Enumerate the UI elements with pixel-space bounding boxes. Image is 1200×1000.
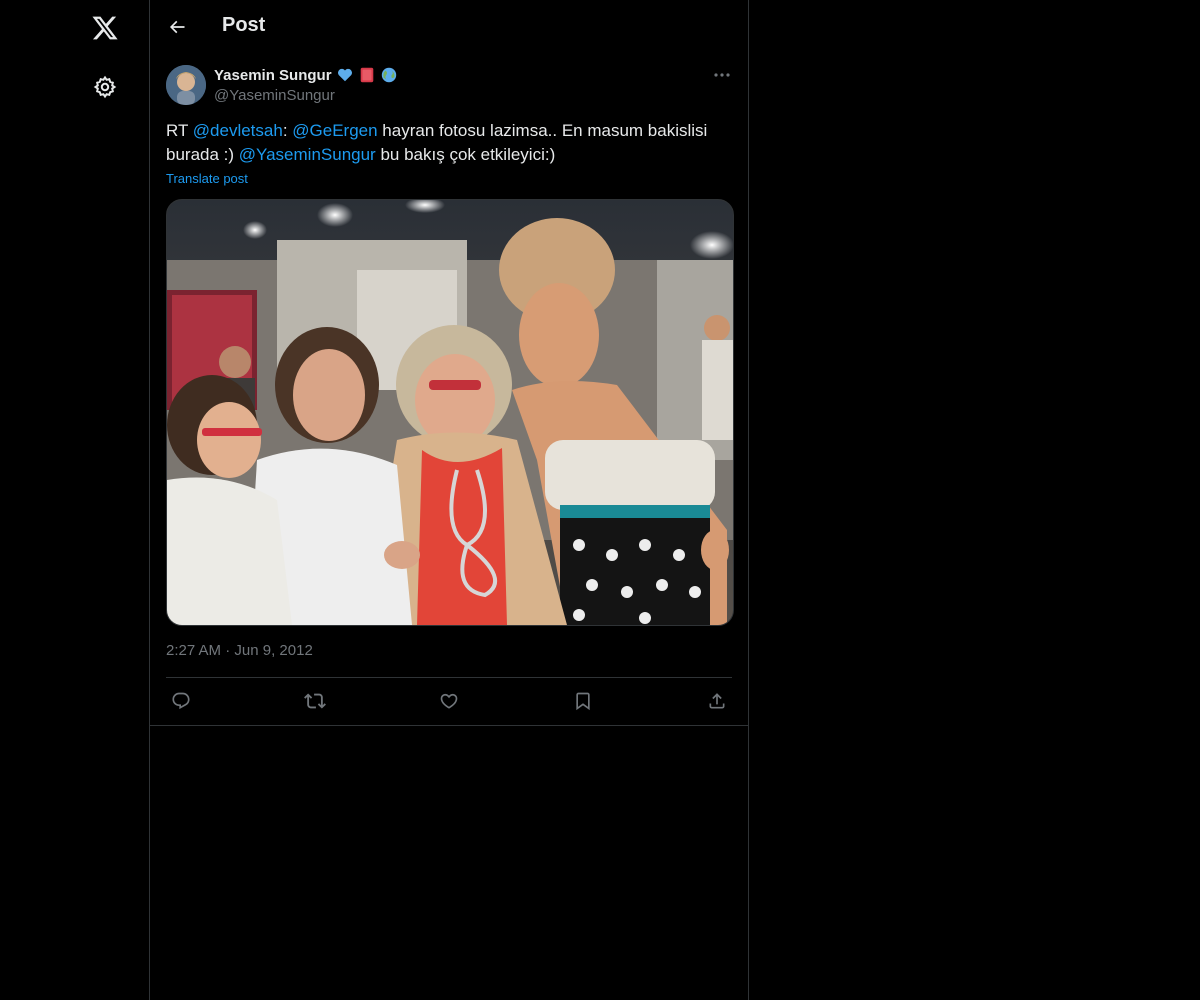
divider xyxy=(166,677,732,678)
like-button[interactable] xyxy=(433,685,465,717)
reply-icon xyxy=(172,692,190,710)
post-text: RT @devletsah: @GeErgen hayran fotosu la… xyxy=(166,119,732,167)
mention-geergen[interactable]: @GeErgen xyxy=(292,121,377,140)
page-header: Post xyxy=(150,0,748,53)
globe-emoji-icon xyxy=(381,67,396,83)
avatar[interactable] xyxy=(166,65,206,105)
left-nav xyxy=(0,0,150,1000)
translate-post-link[interactable]: Translate post xyxy=(166,171,248,186)
repost-icon xyxy=(304,693,326,709)
post-actions xyxy=(166,685,732,717)
repost-button[interactable] xyxy=(299,685,331,717)
post-time[interactable]: 2:27 AM xyxy=(166,642,221,659)
author-handle[interactable]: @YaseminSungur xyxy=(214,87,335,104)
more-horizontal-icon xyxy=(714,73,730,77)
page-title: Post xyxy=(222,14,266,36)
text-segment-1: : xyxy=(282,121,293,140)
post: Yasemin Sungur @YaseminSungur RT @devlet… xyxy=(150,53,748,726)
author-name[interactable]: Yasemin Sungur xyxy=(214,67,332,84)
main-column: Post Yasemin Sungur @YaseminSungur RT @d… xyxy=(150,0,749,1000)
text-prefix: RT xyxy=(166,121,193,140)
share-icon xyxy=(709,693,725,709)
mention-yaseminsungur[interactable]: @YaseminSungur xyxy=(239,145,376,164)
arrow-left-icon xyxy=(169,20,185,34)
reply-button[interactable] xyxy=(165,685,197,717)
app-root: Post Yasemin Sungur @YaseminSungur RT @d… xyxy=(0,0,1200,1000)
post-timestamp[interactable]: 2:27 AM · Jun 9, 2012 xyxy=(166,642,313,659)
red-book-emoji-icon xyxy=(360,67,373,83)
mention-devletsah[interactable]: @devletsah xyxy=(193,121,283,140)
timestamp-separator: · xyxy=(225,642,231,659)
bookmark-button[interactable] xyxy=(567,685,599,717)
blue-heart-emoji-icon xyxy=(337,68,352,82)
heart-icon xyxy=(440,693,458,709)
text-suffix: bu bakış çok etkileyici:) xyxy=(375,145,556,164)
back-button[interactable] xyxy=(160,10,194,44)
post-date[interactable]: Jun 9, 2012 xyxy=(234,642,312,659)
bookmark-icon xyxy=(576,692,590,711)
post-photo[interactable] xyxy=(166,199,734,626)
gear-icon[interactable] xyxy=(83,65,127,109)
share-button[interactable] xyxy=(701,685,733,717)
author-name-row[interactable]: Yasemin Sungur xyxy=(214,66,398,84)
x-logo-icon[interactable] xyxy=(83,6,127,50)
more-button[interactable] xyxy=(707,63,737,87)
